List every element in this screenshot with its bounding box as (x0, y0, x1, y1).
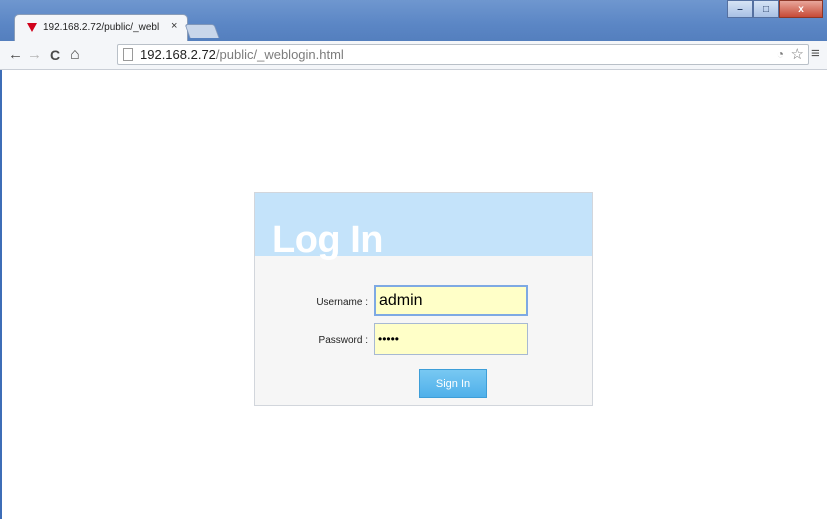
tab-title: 192.168.2.72/public/_webl (43, 22, 160, 33)
password-input[interactable] (374, 323, 528, 355)
favicon-icon (27, 23, 37, 32)
maximize-icon: □ (762, 3, 770, 15)
sign-in-button[interactable]: Sign In (419, 369, 487, 398)
minimize-button[interactable]: – (727, 0, 753, 18)
reload-icon[interactable]: C (50, 46, 60, 64)
minimize-icon: – (737, 3, 743, 15)
url-path: /public/_weblogin.html (215, 47, 344, 62)
browser-titlebar: 192.168.2.72/public/_webl × – □ x (0, 0, 827, 41)
bookmark-star-icon[interactable]: ☆ (791, 45, 804, 63)
username-label: Username : (316, 297, 368, 308)
maximize-button[interactable]: □ (753, 0, 779, 18)
tab-close-icon[interactable]: × (171, 20, 177, 32)
close-window-button[interactable]: x (779, 0, 823, 18)
password-label: Password : (318, 335, 368, 346)
menu-icon[interactable]: ≡ (811, 45, 820, 62)
close-icon: x (798, 3, 804, 15)
page-icon (123, 48, 133, 61)
url-text: 192.168.2.72/public/_weblogin.html (140, 47, 344, 62)
back-arrow-icon[interactable]: ← (8, 46, 23, 64)
browser-tab[interactable]: 192.168.2.72/public/_webl × (14, 14, 188, 41)
browser-toolbar: ← → C ⌂ 192.168.2.72/public/_weblogin.ht… (0, 41, 827, 70)
extension-icon[interactable]: ◔ (777, 47, 784, 61)
address-bar[interactable]: 192.168.2.72/public/_weblogin.html ◔ ☆ (117, 44, 809, 65)
forward-arrow-icon[interactable]: → (27, 46, 42, 64)
window-left-edge (0, 70, 2, 519)
home-icon[interactable]: ⌂ (70, 46, 80, 64)
window-controls: – □ x (727, 0, 823, 19)
username-input[interactable] (374, 285, 528, 316)
url-host: 192.168.2.72 (140, 47, 216, 62)
login-panel: Log In Username : Password : Sign In (254, 192, 593, 406)
new-tab-button[interactable] (184, 24, 220, 38)
login-title: Log In (272, 219, 383, 261)
login-header: Log In (255, 193, 592, 261)
